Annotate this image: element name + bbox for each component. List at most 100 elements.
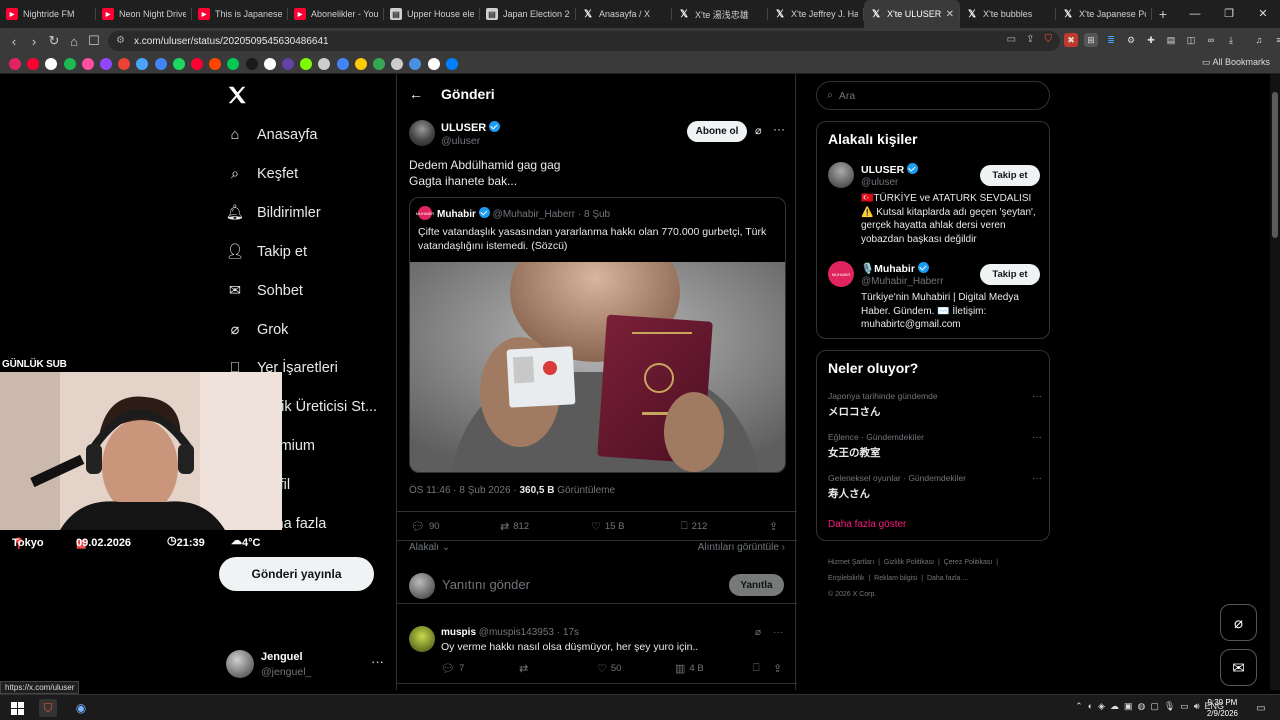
more-options-icon[interactable]: ··· [1032, 473, 1042, 484]
puzzle-icon[interactable]: ✚ [1144, 33, 1158, 47]
reply-author-name[interactable]: muspis [441, 627, 476, 638]
footer-link[interactable]: Gizlilik Politikası [884, 559, 934, 566]
nav-item-3[interactable]: 🔔︎ Bildirimler [226, 198, 321, 228]
browser-tab[interactable]: 𝕏 X'te ULUSER ✕ [864, 0, 960, 28]
scrollbar-thumb[interactable] [1272, 92, 1278, 238]
nav-item-4[interactable]: 👤︎ Takip et [226, 237, 307, 267]
browser-tab[interactable]: 𝕏 Anasayfa / X [576, 0, 672, 28]
chevron-up-icon[interactable]: ⌃ [1075, 701, 1083, 712]
bookmark-favicon-icon[interactable] [27, 58, 40, 70]
like-action[interactable]: ♡ 50 [597, 662, 621, 675]
repost-action[interactable]: ⇄ [519, 662, 528, 675]
windows-start-icon[interactable] [8, 699, 26, 717]
steam-icon[interactable]: ◉ [72, 699, 90, 717]
all-bookmarks-button[interactable]: ▭ All Bookmarks [1202, 57, 1270, 68]
hamburger-menu-icon[interactable]: ≡ [1272, 33, 1280, 47]
footer-link[interactable]: Erişilebilirlik [828, 575, 865, 582]
share-action[interactable]: ⇪ [769, 520, 778, 533]
browser-tab[interactable]: 𝕏 X'te Jeffrey J. Hal [768, 0, 864, 28]
bookmark-favicon-icon[interactable] [209, 58, 222, 70]
trend-item[interactable]: Eğlence · Gündemdekiler 女王の教室 ··· [828, 432, 1042, 460]
post-timestamp[interactable]: ÖS 11:46 · 8 Şub 2026 · [409, 485, 519, 496]
avatar[interactable] [828, 162, 854, 188]
bookmark-favicon-icon[interactable] [118, 58, 131, 70]
tray-app-icon[interactable]: ▢ [1150, 701, 1159, 712]
share-action[interactable]: ⇪ [773, 662, 782, 675]
browser-tab[interactable]: ▤ Upper House ele [384, 0, 480, 28]
menu-icon[interactable]: ♫ [1252, 33, 1266, 47]
back-arrow-icon[interactable]: ← [409, 86, 423, 102]
bookmark-favicon-icon[interactable] [336, 58, 349, 70]
more-options-icon[interactable]: ··· [1032, 432, 1042, 443]
site-settings-icon[interactable]: ⚙ [116, 35, 125, 46]
view-quotes-link[interactable]: Alıntıları görüntüle › [698, 542, 785, 553]
browser-tab[interactable]: ▤ Japan Election 20 [480, 0, 576, 28]
taskbar-clock[interactable]: 9:39 PM 2/9/2026 [1207, 697, 1238, 719]
more-options-icon[interactable]: ··· [371, 654, 384, 669]
reply-button[interactable]: Yanıtla [729, 574, 784, 596]
follow-button[interactable]: Takip et [980, 165, 1040, 186]
bookmark-favicon-icon[interactable] [45, 58, 58, 70]
footer-link[interactable]: Daha fazla ... [927, 575, 968, 582]
back-icon[interactable]: ‹ [4, 34, 24, 49]
quoted-post[interactable]: MUHABIR Muhabir @Muhabir_Haberr · 8 Şub … [409, 197, 786, 473]
bookmark-favicon-icon[interactable] [81, 58, 94, 70]
brave-browser-icon[interactable]: ⛉ [39, 699, 57, 717]
bookmark-favicon-icon[interactable] [263, 58, 276, 70]
extension-icon[interactable]: ⚙ [1124, 33, 1138, 47]
account-switcher[interactable]: Jenguel @jenguel_ ··· [226, 648, 386, 682]
nav-item-1[interactable]: ⌂ Anasayfa [226, 120, 318, 150]
link-icon[interactable]: ∞ [1204, 33, 1218, 47]
messages-fab-button[interactable]: ✉ [1220, 649, 1257, 686]
quote-photo[interactable] [410, 222, 785, 472]
bookmark-favicon-icon[interactable] [391, 58, 404, 70]
tray-app-icon[interactable]: ◈ [1098, 701, 1105, 712]
new-tab-button[interactable]: + [1152, 6, 1174, 22]
author-handle[interactable]: @uluser [441, 135, 480, 147]
more-options-icon[interactable]: ··· [773, 122, 785, 136]
sidebar-icon[interactable]: ▤ [1164, 33, 1178, 47]
x-logo-icon[interactable] [226, 84, 248, 112]
grok-icon[interactable]: ⌀ [755, 124, 762, 137]
extension-icon[interactable]: ⊞ [1084, 33, 1098, 47]
bookmark-action[interactable]: ⎕ 212 [681, 520, 707, 533]
browser-tab[interactable]: 𝕏 X'te Japanese Po [1056, 0, 1152, 28]
network-icon[interactable]: ▭ [1180, 701, 1189, 712]
bookmark-favicon-icon[interactable] [245, 58, 258, 70]
follow-button[interactable]: Takip et [980, 264, 1040, 285]
browser-tab[interactable]: 𝕏 X'te 湯浅忠雄 [672, 0, 768, 28]
bookmark-favicon-icon[interactable] [354, 58, 367, 70]
bookmark-favicon-icon[interactable] [373, 58, 385, 70]
footer-link[interactable]: Hizmet Şartları [828, 559, 874, 566]
extension-icon[interactable]: ✖ [1064, 33, 1078, 47]
url-field[interactable]: ⚙ x.com/uluser/status/202050954563048664… [108, 31, 1060, 51]
person-name[interactable]: 🎙️Muhabir [861, 262, 929, 275]
bookmark-favicon-icon[interactable] [154, 58, 167, 70]
nav-item-5[interactable]: ✉ Sohbet [226, 276, 303, 306]
tray-app-icon[interactable]: ☁ [1110, 701, 1119, 712]
bookmark-favicon-icon[interactable] [9, 58, 21, 70]
footer-link[interactable]: Çerez Politikası [944, 559, 993, 566]
browser-tab[interactable]: ▶ Neon Night Drive [96, 0, 192, 28]
subscribe-button[interactable]: Abone ol [687, 121, 747, 142]
tray-app-icon[interactable]: ▣ [1124, 701, 1133, 712]
browser-tab[interactable]: ▶ Abonelikler - You [288, 0, 384, 28]
related-sort-link[interactable]: Alakalı ⌄ [409, 542, 450, 553]
minimize-icon[interactable]: — [1178, 0, 1212, 28]
show-more-link[interactable]: Daha fazla göster [828, 519, 906, 530]
forward-icon[interactable]: › [24, 34, 44, 49]
trend-item[interactable]: Japonya tarihinde gündemde メロコさん ··· [828, 391, 1042, 419]
tray-app-icon[interactable]: ◍ [1137, 701, 1145, 712]
browser-tab[interactable]: 𝕏 X'te bubbles [960, 0, 1056, 28]
footer-link[interactable]: Reklam bilgisi [874, 575, 917, 582]
grok-icon[interactable]: ⌀ [755, 627, 761, 638]
download-icon[interactable]: ⤓ [1224, 33, 1238, 47]
mic-icon[interactable]: 🎙︎ [1164, 701, 1175, 712]
post-button[interactable]: Gönderi yayınla [219, 557, 374, 591]
reply-action[interactable]: 💬︎ 90 [411, 520, 440, 533]
bookmark-favicon-icon[interactable] [282, 58, 294, 70]
home-browser-icon[interactable]: ⌂ [64, 34, 84, 49]
bookmark-favicon-icon[interactable] [318, 58, 331, 70]
search-input[interactable]: ⌕ Ara [816, 81, 1050, 110]
cast-icon[interactable]: ▭ [1007, 34, 1016, 45]
